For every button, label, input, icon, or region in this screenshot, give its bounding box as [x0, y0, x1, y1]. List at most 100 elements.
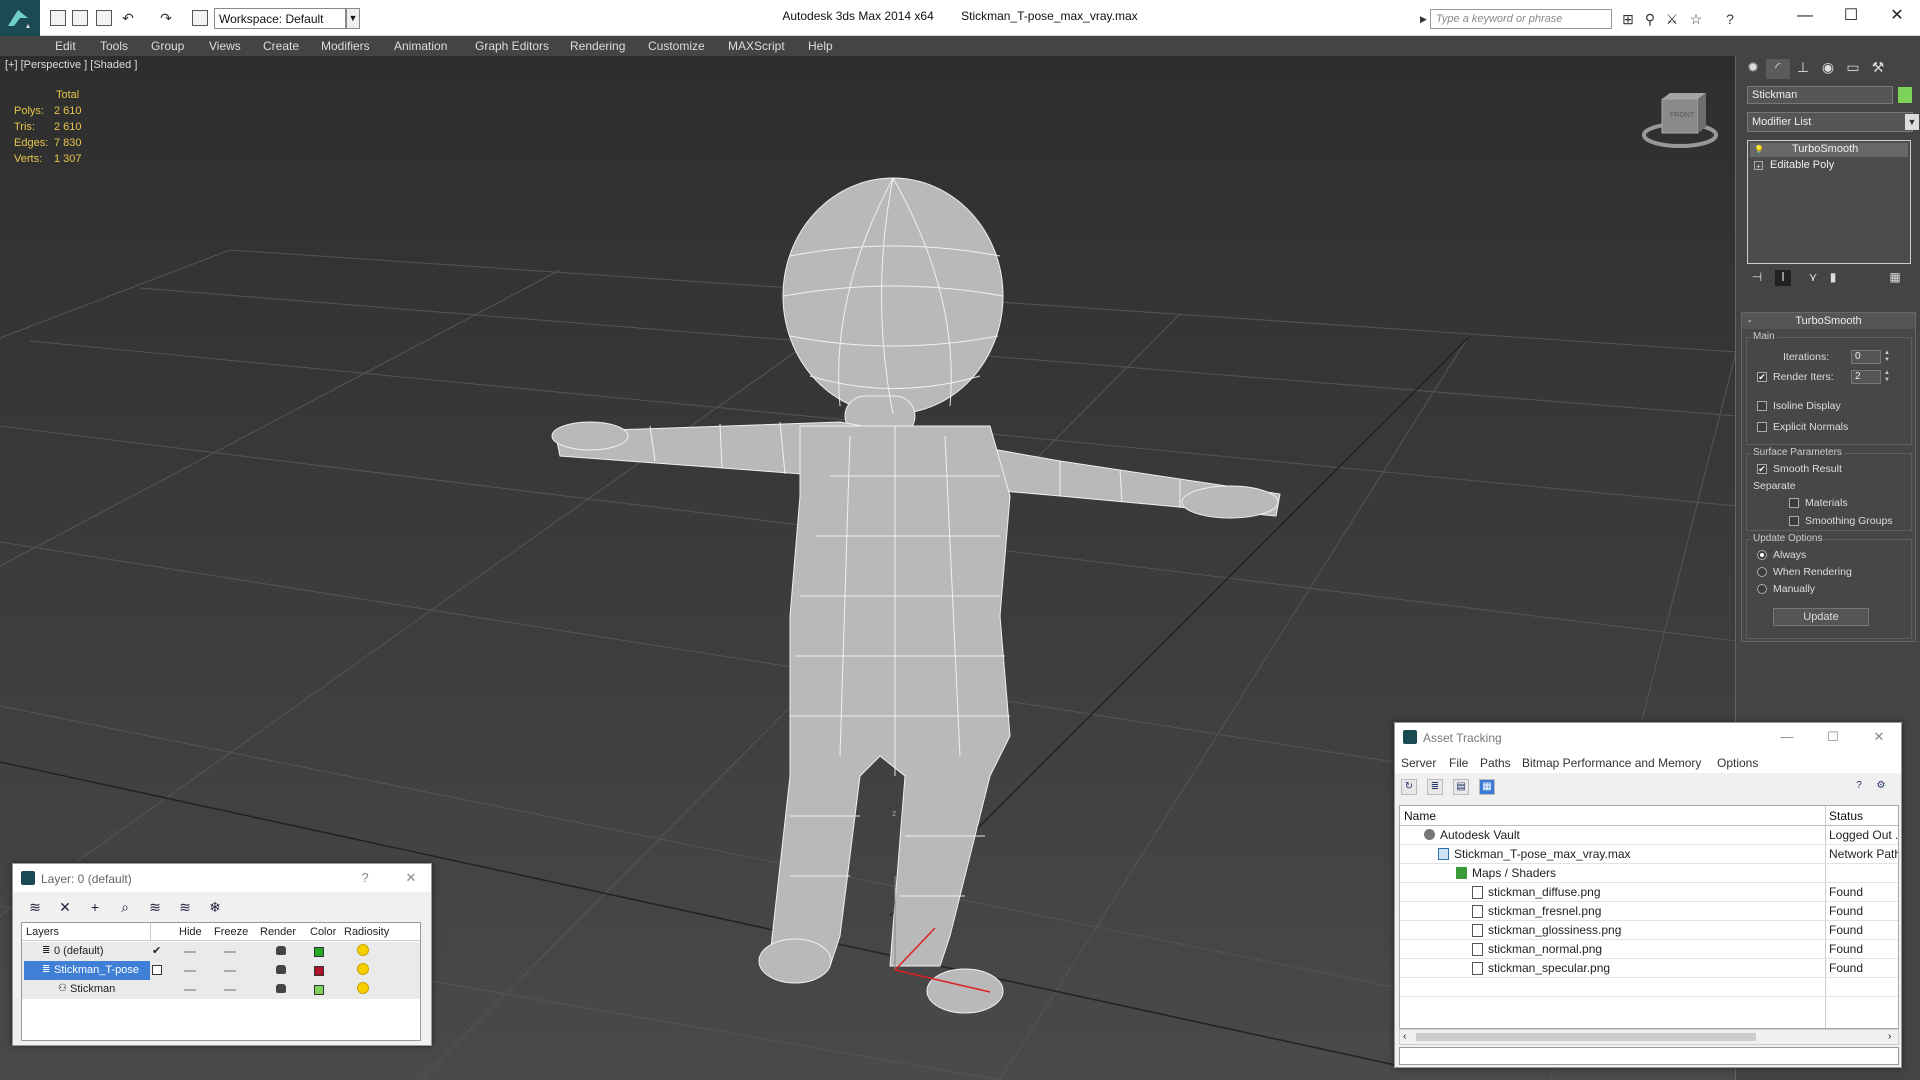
maximize-button[interactable]: ☐ [1828, 4, 1874, 28]
asset-menu-file[interactable]: File [1449, 756, 1468, 770]
lightbulb-icon[interactable]: 💡 [1754, 145, 1764, 154]
pin-stack-icon[interactable]: ⊣ [1749, 270, 1765, 286]
asset-path-field[interactable] [1399, 1047, 1899, 1065]
utilities-tab-icon[interactable]: ⚒ [1866, 59, 1890, 79]
layer-color-swatch[interactable] [314, 966, 324, 976]
hide-toggle[interactable] [184, 951, 196, 953]
column-name[interactable]: Name [1404, 809, 1436, 823]
menu-views[interactable]: Views [209, 39, 241, 53]
iterations-spinner[interactable]: 0 [1851, 350, 1881, 364]
scroll-left-icon[interactable]: ‹ [1403, 1031, 1406, 1042]
layer-color-swatch[interactable] [314, 947, 324, 957]
render-iters-checkbox[interactable]: ✔ [1757, 372, 1767, 382]
add-to-layer-icon[interactable]: + [87, 899, 103, 915]
binoculars-icon[interactable]: ⊞ [1620, 11, 1636, 27]
column-radiosity[interactable]: Radiosity [344, 926, 389, 938]
thumbnail-view-icon[interactable]: ▤ [1453, 779, 1469, 795]
hide-all-layers-icon[interactable]: ≋ [177, 899, 193, 915]
create-tab-icon[interactable]: ✹ [1741, 59, 1765, 79]
table-row[interactable]: stickman_specular.png Found [1400, 959, 1898, 978]
make-unique-icon[interactable]: ⋎ [1805, 270, 1821, 286]
highlight-selected-icon[interactable]: ≋ [147, 899, 163, 915]
stickman-model[interactable] [551, 177, 1281, 1014]
layer-close-button[interactable]: ✕ [401, 870, 421, 886]
isoline-display-checkbox[interactable] [1757, 401, 1767, 411]
column-status[interactable]: Status [1829, 809, 1863, 823]
object-color-swatch[interactable] [1897, 86, 1913, 104]
asset-close-button[interactable]: ✕ [1869, 729, 1889, 745]
table-row[interactable]: stickman_glossiness.png Found [1400, 921, 1898, 940]
refresh-icon[interactable]: ↻ [1401, 779, 1417, 795]
menu-rendering[interactable]: Rendering [570, 39, 625, 53]
configure-modifier-sets-icon[interactable]: ▦ [1887, 270, 1903, 286]
table-row[interactable]: stickman_fresnel.png Found [1400, 902, 1898, 921]
radiosity-sun-icon[interactable] [357, 944, 369, 956]
column-color[interactable]: Color [310, 926, 336, 938]
asset-minimize-button[interactable]: — [1777, 729, 1797, 745]
favorites-star-icon[interactable]: ☆ [1688, 11, 1704, 27]
scrollbar-thumb[interactable] [1416, 1033, 1756, 1041]
freeze-toggle[interactable] [224, 970, 236, 972]
render-iters-spinner[interactable]: 2 [1851, 370, 1881, 384]
freeze-toggle[interactable] [224, 951, 236, 953]
menu-graph-editors[interactable]: Graph Editors [475, 39, 549, 53]
render-teapot-icon[interactable] [276, 984, 286, 993]
help-icon[interactable]: ? [1722, 11, 1738, 27]
stack-item-editable-poly[interactable]: + Editable Poly [1750, 159, 1908, 173]
close-button[interactable]: ✕ [1874, 4, 1920, 28]
hierarchy-tab-icon[interactable]: ⊥ [1791, 59, 1815, 79]
search-expand-icon[interactable]: ▶ [1420, 9, 1430, 29]
layer-titlebar[interactable]: Layer: 0 (default) ? ✕ [13, 864, 431, 892]
table-row[interactable]: stickman_diffuse.png Found [1400, 883, 1898, 902]
active-layer-checkbox[interactable] [152, 965, 162, 975]
freeze-all-layers-icon[interactable]: ❄ [207, 899, 223, 915]
scroll-right-icon[interactable]: › [1888, 1031, 1891, 1042]
manually-radio[interactable] [1757, 584, 1767, 594]
freeze-toggle[interactable] [224, 989, 236, 991]
always-radio[interactable] [1757, 550, 1767, 560]
expand-plus-icon[interactable]: + [1754, 161, 1763, 171]
hide-toggle[interactable] [184, 970, 196, 972]
render-teapot-icon[interactable] [276, 946, 286, 955]
rollout-header[interactable]: - TurboSmooth [1742, 313, 1915, 329]
layer-color-swatch[interactable] [314, 985, 324, 995]
radiosity-sun-icon[interactable] [357, 982, 369, 994]
stack-item-turbosmooth[interactable]: 💡 TurboSmooth [1750, 143, 1908, 157]
iterations-spinner-arrows-icon[interactable]: ▲ ▼ [1883, 350, 1891, 364]
asset-tracking-titlebar[interactable]: Asset Tracking — ☐ ✕ [1395, 723, 1901, 751]
menu-help[interactable]: Help [808, 39, 833, 53]
table-row[interactable] [1400, 978, 1898, 997]
column-freeze[interactable]: Freeze [214, 926, 248, 938]
asset-settings-icon[interactable]: ⚙ [1873, 779, 1889, 795]
smoothing-groups-checkbox[interactable] [1789, 516, 1799, 526]
chevron-down-icon[interactable]: ▼ [1905, 114, 1919, 130]
show-end-result-icon[interactable]: Ⅰ [1775, 270, 1791, 286]
layer-table[interactable]: Layers Hide Freeze Render Color Radiosit… [21, 922, 421, 1041]
modify-tab-icon[interactable]: ◜ [1766, 59, 1790, 79]
select-highlighted-icon[interactable]: ⌕ [117, 899, 133, 915]
layer-row-default[interactable]: ≣ 0 (default) ✔ [22, 942, 420, 961]
asset-menu-paths[interactable]: Paths [1480, 756, 1511, 770]
motion-tab-icon[interactable]: ◉ [1816, 59, 1840, 79]
menu-edit[interactable]: Edit [55, 39, 76, 53]
communication-center-icon[interactable]: ⚲ [1642, 11, 1658, 27]
viewport-label[interactable]: [+] [Perspective ] [Shaded ] [5, 59, 137, 71]
menu-group[interactable]: Group [151, 39, 184, 53]
create-layer-icon[interactable]: ≋ [27, 899, 43, 915]
update-button[interactable]: Update [1773, 608, 1869, 626]
menu-animation[interactable]: Animation [394, 39, 447, 53]
radiosity-sun-icon[interactable] [357, 963, 369, 975]
delete-layer-icon[interactable]: ✕ [57, 899, 73, 915]
asset-menu-options[interactable]: Options [1717, 756, 1758, 770]
smooth-result-checkbox[interactable]: ✔ [1757, 464, 1767, 474]
menu-maxscript[interactable]: MAXScript [728, 39, 785, 53]
when-rendering-radio[interactable] [1757, 567, 1767, 577]
asset-menu-server[interactable]: Server [1401, 756, 1436, 770]
layer-row-stickman-t-pose[interactable]: ⊟ ≣ Stickman_T-pose [22, 961, 420, 980]
collapse-icon[interactable]: - [1748, 313, 1752, 329]
asset-menu-bitmap-performance[interactable]: Bitmap Performance and Memory [1522, 756, 1701, 770]
layer-help-button[interactable]: ? [355, 870, 375, 886]
asset-table[interactable]: Name Status Autodesk Vault Logged Out ..… [1399, 805, 1899, 1029]
render-teapot-icon[interactable] [276, 965, 286, 974]
explicit-normals-checkbox[interactable] [1757, 422, 1767, 432]
